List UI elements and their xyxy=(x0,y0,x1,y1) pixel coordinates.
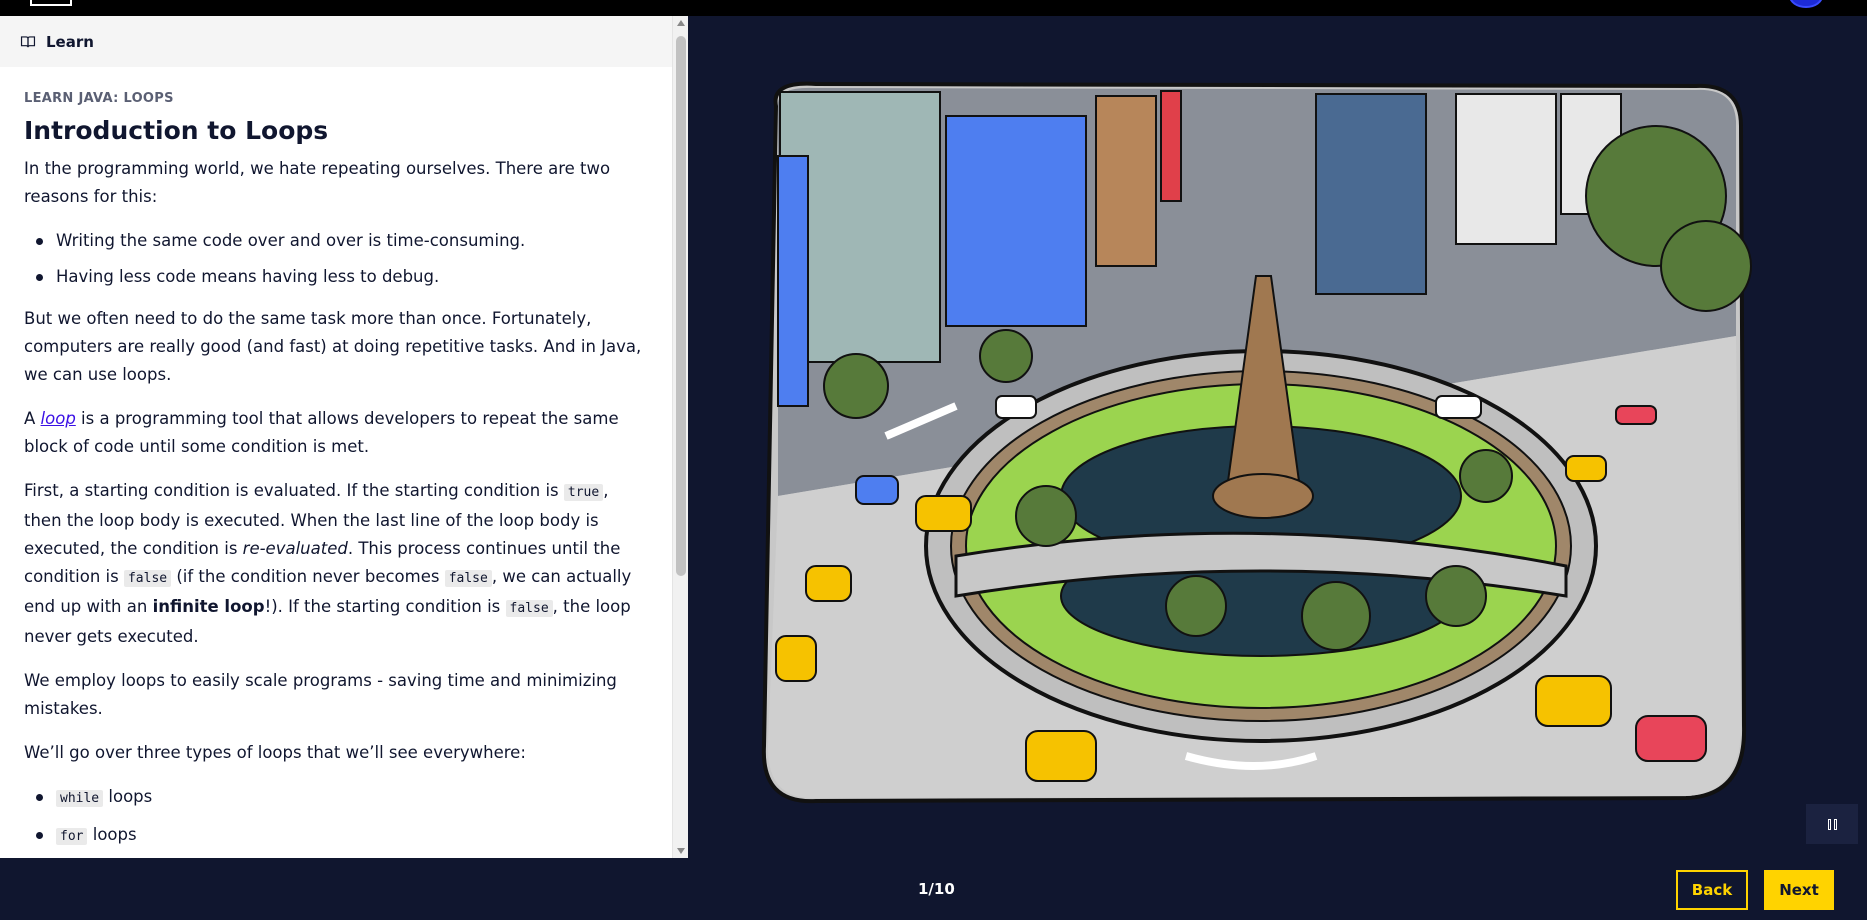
repetition-paragraph: But we often need to do the same task mo… xyxy=(24,309,642,384)
pause-icon xyxy=(1833,818,1837,830)
code-false: false xyxy=(123,570,172,587)
page-counter: 1/10 xyxy=(918,880,955,898)
types-intro-paragraph: We’ll go over three types of loops that … xyxy=(24,743,526,762)
lesson-scrollbar[interactable] xyxy=(672,16,688,858)
user-avatar[interactable] xyxy=(1789,0,1823,8)
lesson-panel: Learn LEARN JAVA: LOOPS Introduction to … xyxy=(0,16,688,858)
learn-label: Learn xyxy=(46,32,94,51)
book-icon xyxy=(20,35,36,47)
list-item: while loops xyxy=(24,783,648,813)
lesson-content[interactable]: LEARN JAVA: LOOPS Introduction to Loops … xyxy=(0,67,672,847)
code-true: true xyxy=(563,484,604,501)
learn-header: Learn xyxy=(0,16,688,67)
lesson-footer: 1/10 Back Next xyxy=(0,858,1867,920)
reasons-list: Writing the same code over and over is t… xyxy=(24,227,648,291)
code-false: false xyxy=(505,600,553,617)
list-item: Having less code means having less to de… xyxy=(24,263,648,291)
code-false: false xyxy=(444,570,492,587)
loop-glossary-link[interactable]: loop xyxy=(41,409,76,428)
list-item: for loops xyxy=(24,821,648,847)
back-button[interactable]: Back xyxy=(1676,870,1748,910)
loop-types-list: while loops for loops for-each loops xyxy=(24,783,648,847)
pause-animation-button[interactable] xyxy=(1806,804,1858,844)
scrollbar-thumb[interactable] xyxy=(676,36,686,576)
next-button[interactable]: Next xyxy=(1764,870,1834,910)
list-item: Writing the same code over and over is t… xyxy=(24,227,648,255)
loop-definition-paragraph: A loop is a programming tool that allows… xyxy=(24,409,619,456)
scroll-down-arrow-icon[interactable] xyxy=(677,848,685,854)
top-bar xyxy=(0,0,1867,16)
pause-icon xyxy=(1827,818,1831,830)
lesson-title: Introduction to Loops xyxy=(24,116,329,145)
condition-paragraph: First, a starting condition is evaluated… xyxy=(24,481,632,646)
scale-paragraph: We employ loops to easily scale programs… xyxy=(24,671,617,718)
intro-paragraph: In the programming world, we hate repeat… xyxy=(24,159,611,206)
roundabout-illustration xyxy=(761,81,1752,804)
course-eyebrow: LEARN JAVA: LOOPS xyxy=(24,91,174,106)
codecademy-logo[interactable] xyxy=(30,0,72,6)
illustration-panel xyxy=(688,16,1867,858)
scroll-up-arrow-icon[interactable] xyxy=(677,20,685,26)
